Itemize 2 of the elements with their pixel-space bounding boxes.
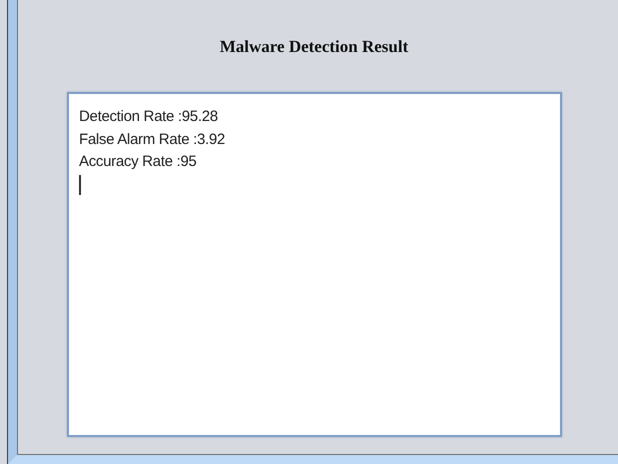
text-area[interactable]: Detection Rate :95.28 False Alarm Rate :3.92 Accuracy Rate :95: [67, 92, 562, 437]
dialog-title: Malware Detection Result: [220, 37, 408, 57]
